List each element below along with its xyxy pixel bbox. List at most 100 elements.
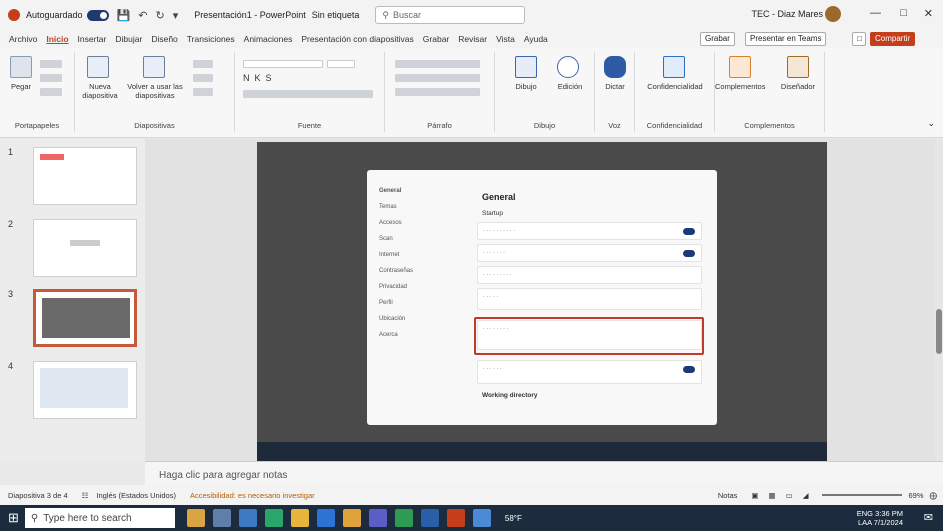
slide-thumbnail-4[interactable] [33, 361, 137, 419]
user-name[interactable]: TEC - Diaz Mares [751, 9, 823, 19]
paste-icon[interactable] [10, 56, 32, 78]
notes-pane[interactable]: Haga clic para agregar notas [145, 461, 943, 485]
sensitivity-icon[interactable] [663, 56, 685, 78]
tab-presentacion[interactable]: Presentación con diapositivas [301, 34, 413, 44]
search-icon: ⚲ [382, 9, 389, 20]
word-icon[interactable] [420, 509, 439, 527]
save-icon[interactable]: 💾 [117, 9, 131, 22]
zoom-level[interactable]: 69% [908, 491, 923, 500]
reuse-slides-icon[interactable] [143, 56, 165, 78]
tab-grabar[interactable]: Grabar [423, 34, 449, 44]
present-teams-button[interactable]: Presentar en Teams [745, 32, 827, 46]
section-icon[interactable] [193, 88, 213, 96]
redo-icon[interactable]: ↻ [155, 9, 164, 22]
taskbar-search-input[interactable]: ⚲ Type here to search [24, 508, 175, 528]
chrome-icon[interactable] [290, 509, 309, 527]
align-row[interactable] [395, 74, 480, 82]
dialog-nav-item: Contraseñas [379, 268, 414, 274]
group-label-font: Fuente [297, 121, 322, 130]
tab-inicio[interactable]: Inicio [46, 34, 68, 44]
find-icon[interactable] [557, 56, 579, 78]
tab-transiciones[interactable]: Transiciones [187, 34, 235, 44]
settings-row: · · · · · · · · · · [477, 222, 702, 240]
cortana-icon[interactable] [186, 509, 205, 527]
notes-button[interactable]: Notas [718, 491, 738, 500]
scrollbar-thumb[interactable] [936, 309, 942, 354]
draw-icon[interactable] [515, 56, 537, 78]
dictate-label: Dictar [605, 82, 625, 91]
settings-row-text: · · · · · · · · · · [483, 228, 516, 234]
mail-icon[interactable] [342, 509, 361, 527]
minimize-icon[interactable]: — [870, 7, 881, 19]
file-explorer-icon[interactable] [238, 509, 257, 527]
app-icon[interactable] [472, 509, 491, 527]
tab-archivo[interactable]: Archivo [9, 34, 37, 44]
reading-view-icon[interactable]: ▭ [786, 491, 793, 500]
comments-icon[interactable]: □ [852, 32, 866, 46]
powerpoint-icon[interactable] [446, 509, 465, 527]
accessibility-status[interactable]: Accesibilidad: es necesario investigar [190, 491, 315, 500]
edge-icon[interactable] [264, 509, 283, 527]
layout-icon[interactable] [193, 60, 213, 68]
tab-insertar[interactable]: Insertar [78, 34, 107, 44]
fit-slide-icon[interactable]: ⨁ [930, 491, 938, 500]
tab-ayuda[interactable]: Ayuda [524, 34, 548, 44]
outlook-icon[interactable] [316, 509, 335, 527]
quick-access-more-icon[interactable]: ▾ [173, 9, 179, 22]
spellcheck-icon[interactable]: ☷ [82, 491, 89, 500]
teams-icon[interactable] [368, 509, 387, 527]
settings-row: · · · · · · · [477, 244, 702, 262]
task-view-icon[interactable] [212, 509, 231, 527]
record-button[interactable]: Grabar [700, 32, 735, 46]
input-language: ENG [856, 509, 873, 518]
tab-vista[interactable]: Vista [496, 34, 515, 44]
zoom-slider[interactable] [822, 494, 903, 496]
vertical-scrollbar[interactable] [935, 139, 943, 461]
weather-temp[interactable]: 58°F [505, 514, 522, 523]
slide-thumbnail-2[interactable] [33, 219, 137, 277]
tab-dibujar[interactable]: Dibujar [115, 34, 142, 44]
slide-content [40, 368, 128, 408]
tab-diseno[interactable]: Diseño [151, 34, 177, 44]
normal-view-icon[interactable]: ▣ [751, 491, 758, 500]
font-color-row[interactable] [243, 90, 373, 98]
cut-icon[interactable] [40, 60, 62, 68]
close-icon[interactable]: ✕ [924, 7, 933, 20]
slideshow-icon[interactable]: ◢ [803, 491, 809, 500]
format-painter-icon[interactable] [40, 88, 62, 96]
slide-number: 4 [8, 361, 14, 371]
new-slide-icon[interactable] [87, 56, 109, 78]
group-label-clipboard: Portapapeles [14, 121, 60, 130]
notifications-icon[interactable]: ✉ [924, 511, 933, 524]
addins-icon[interactable] [729, 56, 751, 78]
sorter-view-icon[interactable]: ▦ [769, 491, 776, 500]
system-tray[interactable]: ENG 3:36 PM LAA 7/1/2024 [857, 509, 903, 527]
share-button[interactable]: Compartir [870, 32, 916, 46]
font-size-select[interactable] [327, 60, 355, 68]
language-status[interactable]: Inglés (Estados Unidos) [96, 491, 176, 500]
undo-icon[interactable]: ↶ [138, 9, 147, 22]
reset-icon[interactable] [193, 74, 213, 82]
maximize-icon[interactable]: □ [900, 7, 907, 19]
excel-icon[interactable] [394, 509, 413, 527]
font-format-buttons[interactable]: NKS [243, 74, 373, 83]
slide-thumbnail-1[interactable] [33, 147, 137, 205]
status-bar: Diapositiva 3 de 4 ☷ Inglés (Estados Uni… [0, 485, 943, 505]
autosave-toggle[interactable] [86, 9, 109, 21]
copy-icon[interactable] [40, 74, 62, 82]
windows-start-icon[interactable]: ⊞ [8, 510, 19, 526]
font-family-select[interactable] [243, 60, 323, 68]
collapse-ribbon-icon[interactable]: ⌄ [927, 118, 935, 129]
sensitivity-label[interactable]: Sin etiqueta [312, 10, 360, 20]
slide-thumbnail-3[interactable] [33, 289, 137, 347]
microphone-icon[interactable] [604, 56, 626, 78]
columns-row[interactable] [395, 88, 480, 96]
designer-icon[interactable] [787, 56, 809, 78]
tab-animaciones[interactable]: Animaciones [244, 34, 293, 44]
avatar[interactable] [825, 6, 841, 22]
search-input[interactable]: ⚲ Buscar [375, 6, 526, 24]
slide-canvas[interactable]: General Temas Accesos Scan Internet Cont… [257, 142, 827, 462]
tab-revisar[interactable]: Revisar [458, 34, 487, 44]
bullets-row[interactable] [395, 60, 480, 68]
edit-label: Edición [557, 82, 583, 91]
